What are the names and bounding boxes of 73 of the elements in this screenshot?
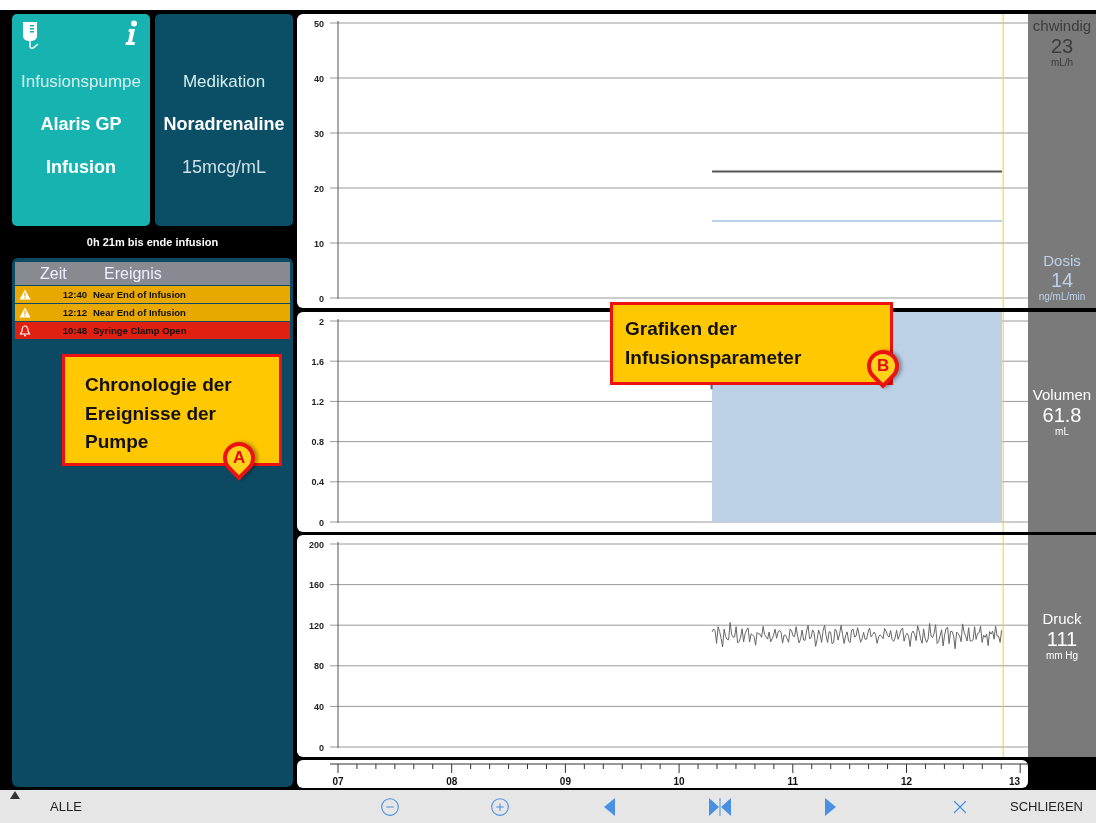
reading-unit: mL	[1055, 425, 1069, 437]
reading-value: 111	[1046, 627, 1078, 650]
axis-tick-label: 40	[314, 73, 324, 84]
time-axis-label: 09	[559, 776, 571, 787]
warning-icon	[19, 289, 31, 300]
info-icon[interactable]	[124, 20, 138, 46]
event-time: 10:48	[61, 325, 88, 336]
axis-tick-label: 200	[308, 539, 324, 550]
axis-tick-label: 1.2	[311, 396, 324, 407]
bell-icon	[19, 324, 31, 337]
zoom-out-button[interactable]	[380, 796, 400, 817]
axis-tick-label: 0.8	[311, 437, 324, 448]
time-axis-label: 11	[787, 776, 799, 787]
tile-label: Medikation	[182, 72, 266, 92]
fit-button[interactable]	[709, 797, 731, 816]
time-axis-label: 13	[1009, 776, 1021, 787]
drug-concentration: 15mcg/mL	[181, 157, 266, 178]
event-row[interactable]: 12:40 Near End of Infusion	[15, 286, 290, 303]
reading-label: Druck	[1042, 611, 1082, 628]
axis-tick-label: 80	[314, 661, 324, 672]
reading-value: 14	[1050, 269, 1074, 291]
axis-tick-label: 50	[314, 18, 324, 29]
time-axis-label: 12	[900, 776, 913, 787]
infusion-bag-icon	[22, 22, 40, 50]
time-axis-label: 07	[332, 776, 344, 787]
forward-button[interactable]	[824, 797, 836, 816]
all-button[interactable]: ALLE	[50, 799, 82, 814]
zoom-in-button[interactable]	[490, 796, 510, 817]
reading-unit: mL/h	[1050, 56, 1074, 68]
remaining-time: 0h 21m bis ende infusion	[85, 235, 220, 250]
axis-tick-label: 160	[308, 580, 324, 591]
right-triangle-icon	[824, 797, 836, 816]
tile-label: Infusionspumpe	[21, 72, 141, 92]
axis-tick-label: 0	[319, 742, 324, 753]
column-header: Ereignis	[103, 264, 163, 283]
event-row[interactable]: 12:12 Near End of Infusion	[15, 304, 290, 321]
reading-label: Dosis	[1043, 252, 1081, 269]
event-time: 12:40	[61, 289, 88, 300]
reading-value: 61.8	[1042, 403, 1082, 426]
axis-tick-label: 30	[314, 128, 324, 139]
warning-icon	[19, 307, 31, 318]
medication-tile[interactable]: Medikation Noradrenaline 15mcg/mL	[155, 14, 293, 226]
reading-value: 23	[1050, 34, 1074, 57]
axis-tick-label: 40	[314, 701, 324, 712]
axis-tick-label: 120	[308, 620, 324, 631]
back-button[interactable]	[604, 797, 616, 816]
infusion-mode: Infusion	[46, 157, 116, 178]
reading-unit: mm Hg	[1045, 649, 1079, 661]
time-axis-label: 08	[446, 776, 458, 787]
event-text: Near End of Infusion	[93, 307, 187, 318]
event-text: Syringe Clamp Open	[93, 325, 188, 336]
event-text: Near End of Infusion	[93, 289, 187, 300]
reading-label: Volumen	[1032, 387, 1092, 404]
axis-tick-label: 0	[319, 293, 324, 304]
fit-range-icon	[709, 797, 731, 816]
axis-tick-label: 0	[319, 517, 324, 528]
drug-name: Noradrenaline	[163, 114, 285, 135]
axis-tick-label: 0.4	[311, 477, 324, 488]
reading-unit: ng/mL/min	[1038, 291, 1086, 302]
reading-label: chwindig	[1032, 18, 1092, 35]
column-header: Zeit	[39, 264, 68, 283]
event-time: 12:12	[61, 307, 88, 318]
axis-tick-label: 20	[314, 183, 324, 194]
time-axis-label: 10	[673, 776, 685, 787]
zoom-out-icon	[380, 796, 400, 817]
device-name: Alaris GP	[40, 114, 122, 135]
axis-tick-label: 2	[319, 316, 324, 327]
close-button[interactable]: SCHLIEßEN	[1010, 799, 1083, 814]
callout-text: Grafiken der Infusionsparameter	[625, 317, 803, 370]
axis-tick-label: 1.6	[311, 356, 324, 367]
zoom-in-icon	[490, 796, 510, 817]
left-triangle-icon	[604, 797, 616, 816]
axis-tick-label: 10	[314, 238, 324, 249]
